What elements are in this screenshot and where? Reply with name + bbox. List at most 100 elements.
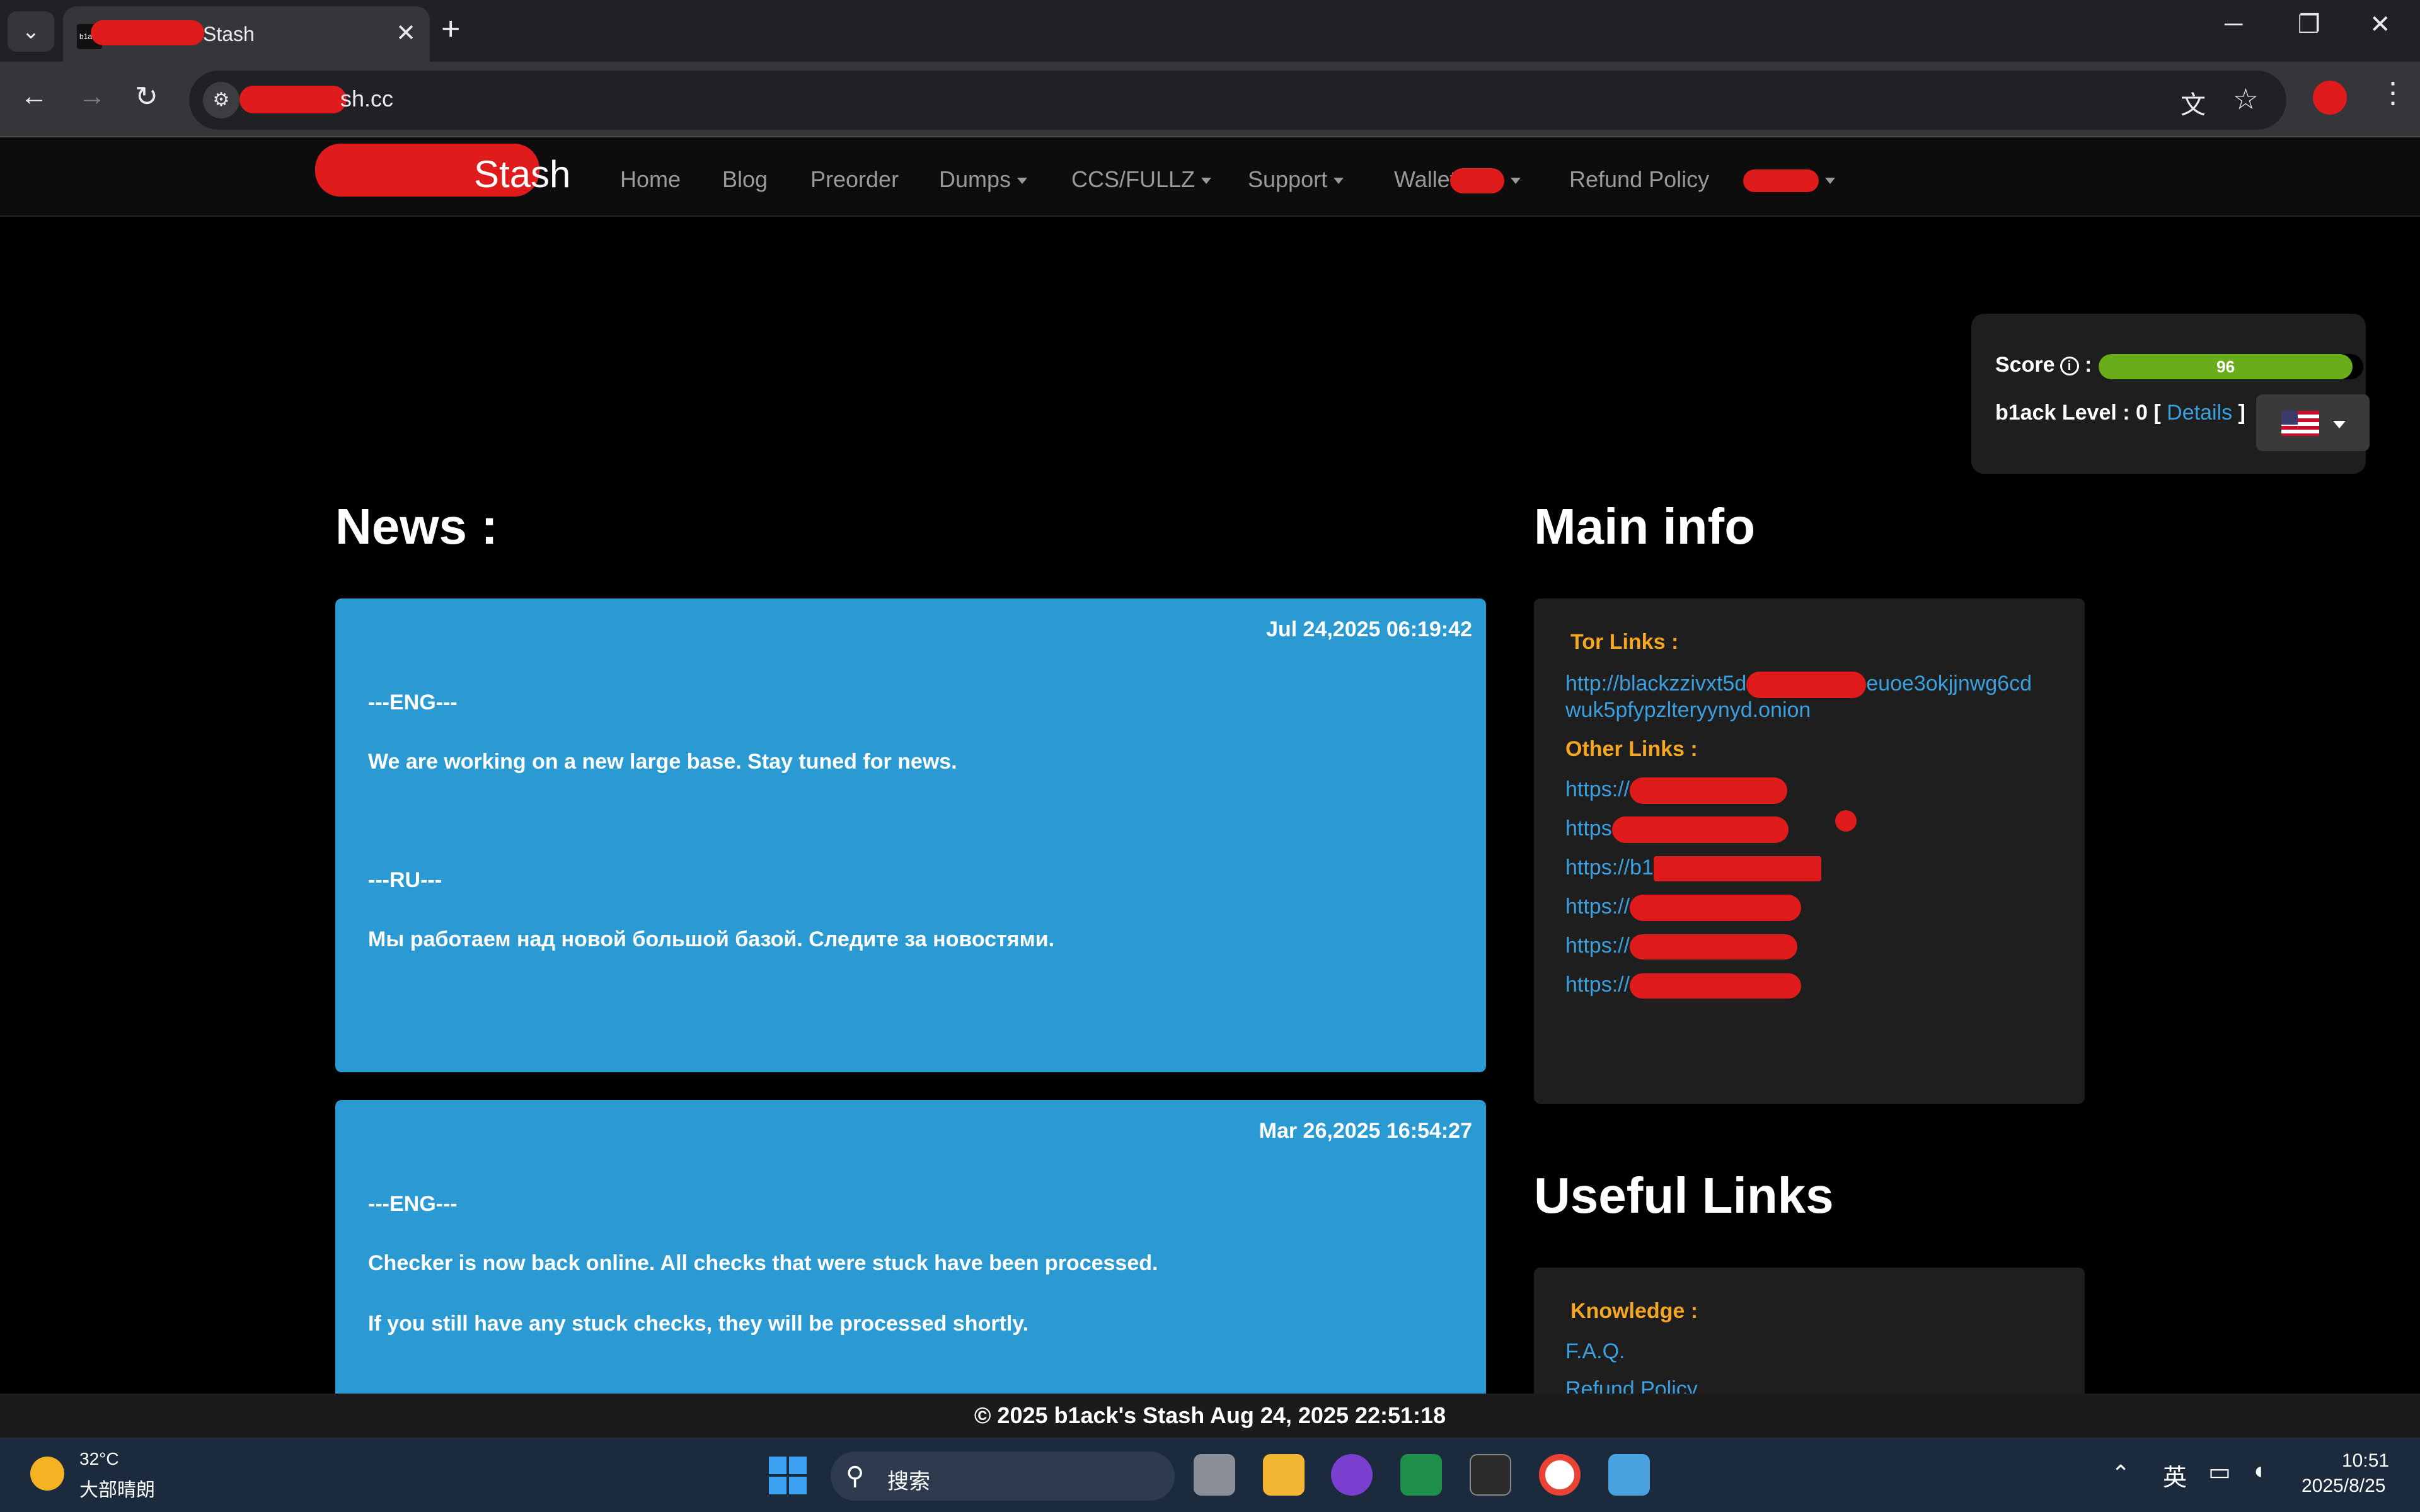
chrome-icon[interactable] xyxy=(1539,1454,1581,1496)
start-button[interactable] xyxy=(769,1457,808,1496)
nav-support-label: Support xyxy=(1248,166,1328,192)
tor-link-end: euoe3okjjnwg6cd xyxy=(1866,672,2032,696)
useful-links-box: Knowledge : F.A.Q. Refund Policy xyxy=(1534,1268,2085,1401)
reload-icon[interactable]: ↻ xyxy=(135,81,158,113)
redaction-mark xyxy=(1835,810,1857,832)
input-method-indicator[interactable]: 英 xyxy=(2163,1458,2187,1492)
profile-avatar[interactable] xyxy=(2313,81,2347,115)
weather-icon[interactable] xyxy=(30,1457,64,1491)
close-window-button[interactable]: ✕ xyxy=(2370,10,2391,39)
other-link-text: https:// xyxy=(1565,973,1630,997)
other-link[interactable]: https://b1 xyxy=(1565,856,1821,882)
redaction-mark xyxy=(1611,816,1789,844)
windows-logo-tile xyxy=(769,1477,786,1494)
back-arrow-icon[interactable]: ← xyxy=(20,81,48,112)
forward-arrow-icon[interactable]: → xyxy=(78,81,106,112)
nav-blog[interactable]: Blog xyxy=(722,166,768,193)
nav-refund-policy[interactable]: Refund Policy xyxy=(1569,166,1709,193)
caret-down-icon xyxy=(1017,178,1028,185)
tab-search-button[interactable]: ⌄ xyxy=(8,11,54,52)
nav-ccs-label: CCS/FULLZ xyxy=(1071,166,1196,192)
tor-link-start: http://blackzzivxt5d xyxy=(1565,672,1747,696)
redaction-mark xyxy=(1746,672,1867,699)
nav-dumps[interactable]: Dumps xyxy=(939,166,1028,193)
redaction-mark xyxy=(239,86,347,113)
task-view-icon[interactable] xyxy=(1194,1454,1235,1496)
site-info-icon[interactable]: ⚙ xyxy=(203,82,239,118)
nav-home[interactable]: Home xyxy=(620,166,681,193)
search-icon: ⚲ xyxy=(846,1462,865,1490)
other-link[interactable]: https:// xyxy=(1565,777,1788,805)
nav-preorder[interactable]: Preorder xyxy=(810,166,899,193)
news-line: If you still have any stuck checks, they… xyxy=(368,1312,1029,1336)
tor-browser-icon[interactable] xyxy=(1331,1454,1373,1496)
windows-logo-tile xyxy=(769,1457,786,1474)
redaction-mark xyxy=(1630,934,1798,960)
address-bar[interactable]: ⚙ sh.cc 文 ☆ xyxy=(189,71,2286,130)
nav-support[interactable]: Support xyxy=(1248,166,1344,193)
main-info-box: Tor Links : http://blackzzivxt5d euoe3okj… xyxy=(1534,598,2085,1104)
redaction-mark xyxy=(1630,973,1802,999)
clock-date[interactable]: 2025/8/25 xyxy=(2302,1475,2385,1497)
caret-down-icon xyxy=(1825,178,1835,185)
other-link[interactable]: https:// xyxy=(1565,934,1798,960)
redaction-mark xyxy=(91,20,204,45)
minimize-button[interactable]: ─ xyxy=(2225,10,2242,38)
details-link[interactable]: Details xyxy=(2167,401,2232,425)
browser-tab-bar: ⌄ b1ack Stash ✕ + ─ ❐ ✕ xyxy=(0,0,2420,62)
tor-link[interactable]: http://blackzzivxt5d euoe3okjjnwg6cd xyxy=(1565,672,2032,699)
site-footer: © 2025 b1ack's Stash Aug 24, 2025 22:51:… xyxy=(0,1394,2420,1438)
nav-wallet[interactable]: Wallet xyxy=(1394,166,1521,194)
other-link[interactable]: https xyxy=(1565,816,1789,844)
windows-logo-tile xyxy=(789,1477,807,1494)
new-tab-button[interactable]: + xyxy=(441,10,460,48)
work-app-icon[interactable] xyxy=(1400,1454,1442,1496)
other-link-text: https:// xyxy=(1565,934,1630,958)
notepad-icon[interactable] xyxy=(1608,1454,1650,1496)
language-dropdown[interactable] xyxy=(2256,394,2370,451)
weather-temperature[interactable]: 32°C xyxy=(79,1449,119,1469)
windows-taskbar: 32°C 大部晴朗 ⚲ 搜索 ⌃ 英 ▭ ◖ 10:51 2025/8/25 xyxy=(0,1438,2420,1512)
browser-tab[interactable]: b1ack Stash ✕ xyxy=(63,6,430,62)
score-progress-fill: 96 xyxy=(2099,354,2353,379)
bookmark-star-icon[interactable]: ☆ xyxy=(2233,82,2259,116)
nav-ccs-fullz[interactable]: CCS/FULLZ xyxy=(1071,166,1212,193)
news-line: We are working on a new large base. Stay… xyxy=(368,750,957,774)
other-link-text: https:// xyxy=(1565,895,1630,919)
search-placeholder: 搜索 xyxy=(887,1470,930,1494)
caret-down-icon xyxy=(1201,178,1212,185)
news-line: ---ENG--- xyxy=(368,690,458,714)
caret-down-icon xyxy=(2333,421,2346,428)
menu-kebab-icon[interactable]: ⋮ xyxy=(2378,76,2407,110)
tab-close-icon[interactable]: ✕ xyxy=(396,19,416,47)
redaction-mark xyxy=(1743,169,1819,193)
useful-links-heading: Useful Links xyxy=(1534,1167,1834,1223)
news-line: ---ENG--- xyxy=(368,1192,458,1216)
redaction-mark xyxy=(1630,777,1788,805)
other-link[interactable]: https:// xyxy=(1565,895,1802,922)
nav-account[interactable] xyxy=(1743,166,1835,193)
faq-link[interactable]: F.A.Q. xyxy=(1565,1339,1625,1364)
windows-logo-tile xyxy=(789,1457,807,1474)
volume-icon[interactable]: ◖ xyxy=(2251,1458,2266,1485)
site-brand[interactable]: Stash xyxy=(474,152,570,196)
restore-button[interactable]: ❐ xyxy=(2298,10,2320,39)
network-icon[interactable]: ▭ xyxy=(2208,1458,2231,1486)
redaction-mark xyxy=(1449,168,1504,194)
url-text[interactable]: sh.cc xyxy=(340,86,393,112)
other-link[interactable]: https:// xyxy=(1565,973,1802,999)
tor-link-continued[interactable]: wuk5pfypzlteryynyd.onion xyxy=(1565,698,1811,723)
file-explorer-icon[interactable] xyxy=(1263,1454,1305,1496)
score-panel: Score i : 96 b1ack Level : 0 [ Details ] xyxy=(1971,314,2370,474)
news-line: Checker is now back online. All checks t… xyxy=(368,1251,1158,1275)
tor-links-label: Tor Links : xyxy=(1570,630,1679,654)
weather-description[interactable]: 大部晴朗 xyxy=(79,1474,155,1502)
terminal-icon[interactable] xyxy=(1470,1454,1511,1496)
clock-time[interactable]: 10:51 xyxy=(2342,1450,2389,1472)
taskbar-search[interactable]: ⚲ 搜索 xyxy=(831,1452,1175,1501)
tray-overflow-chevron-icon[interactable]: ⌃ xyxy=(2111,1460,2130,1487)
info-icon[interactable]: i xyxy=(2060,357,2079,376)
main-info-heading: Main info xyxy=(1534,498,1756,554)
translate-icon[interactable]: 文 xyxy=(2181,84,2206,121)
news-date: Jul 24,2025 06:19:42 xyxy=(1265,617,1472,641)
